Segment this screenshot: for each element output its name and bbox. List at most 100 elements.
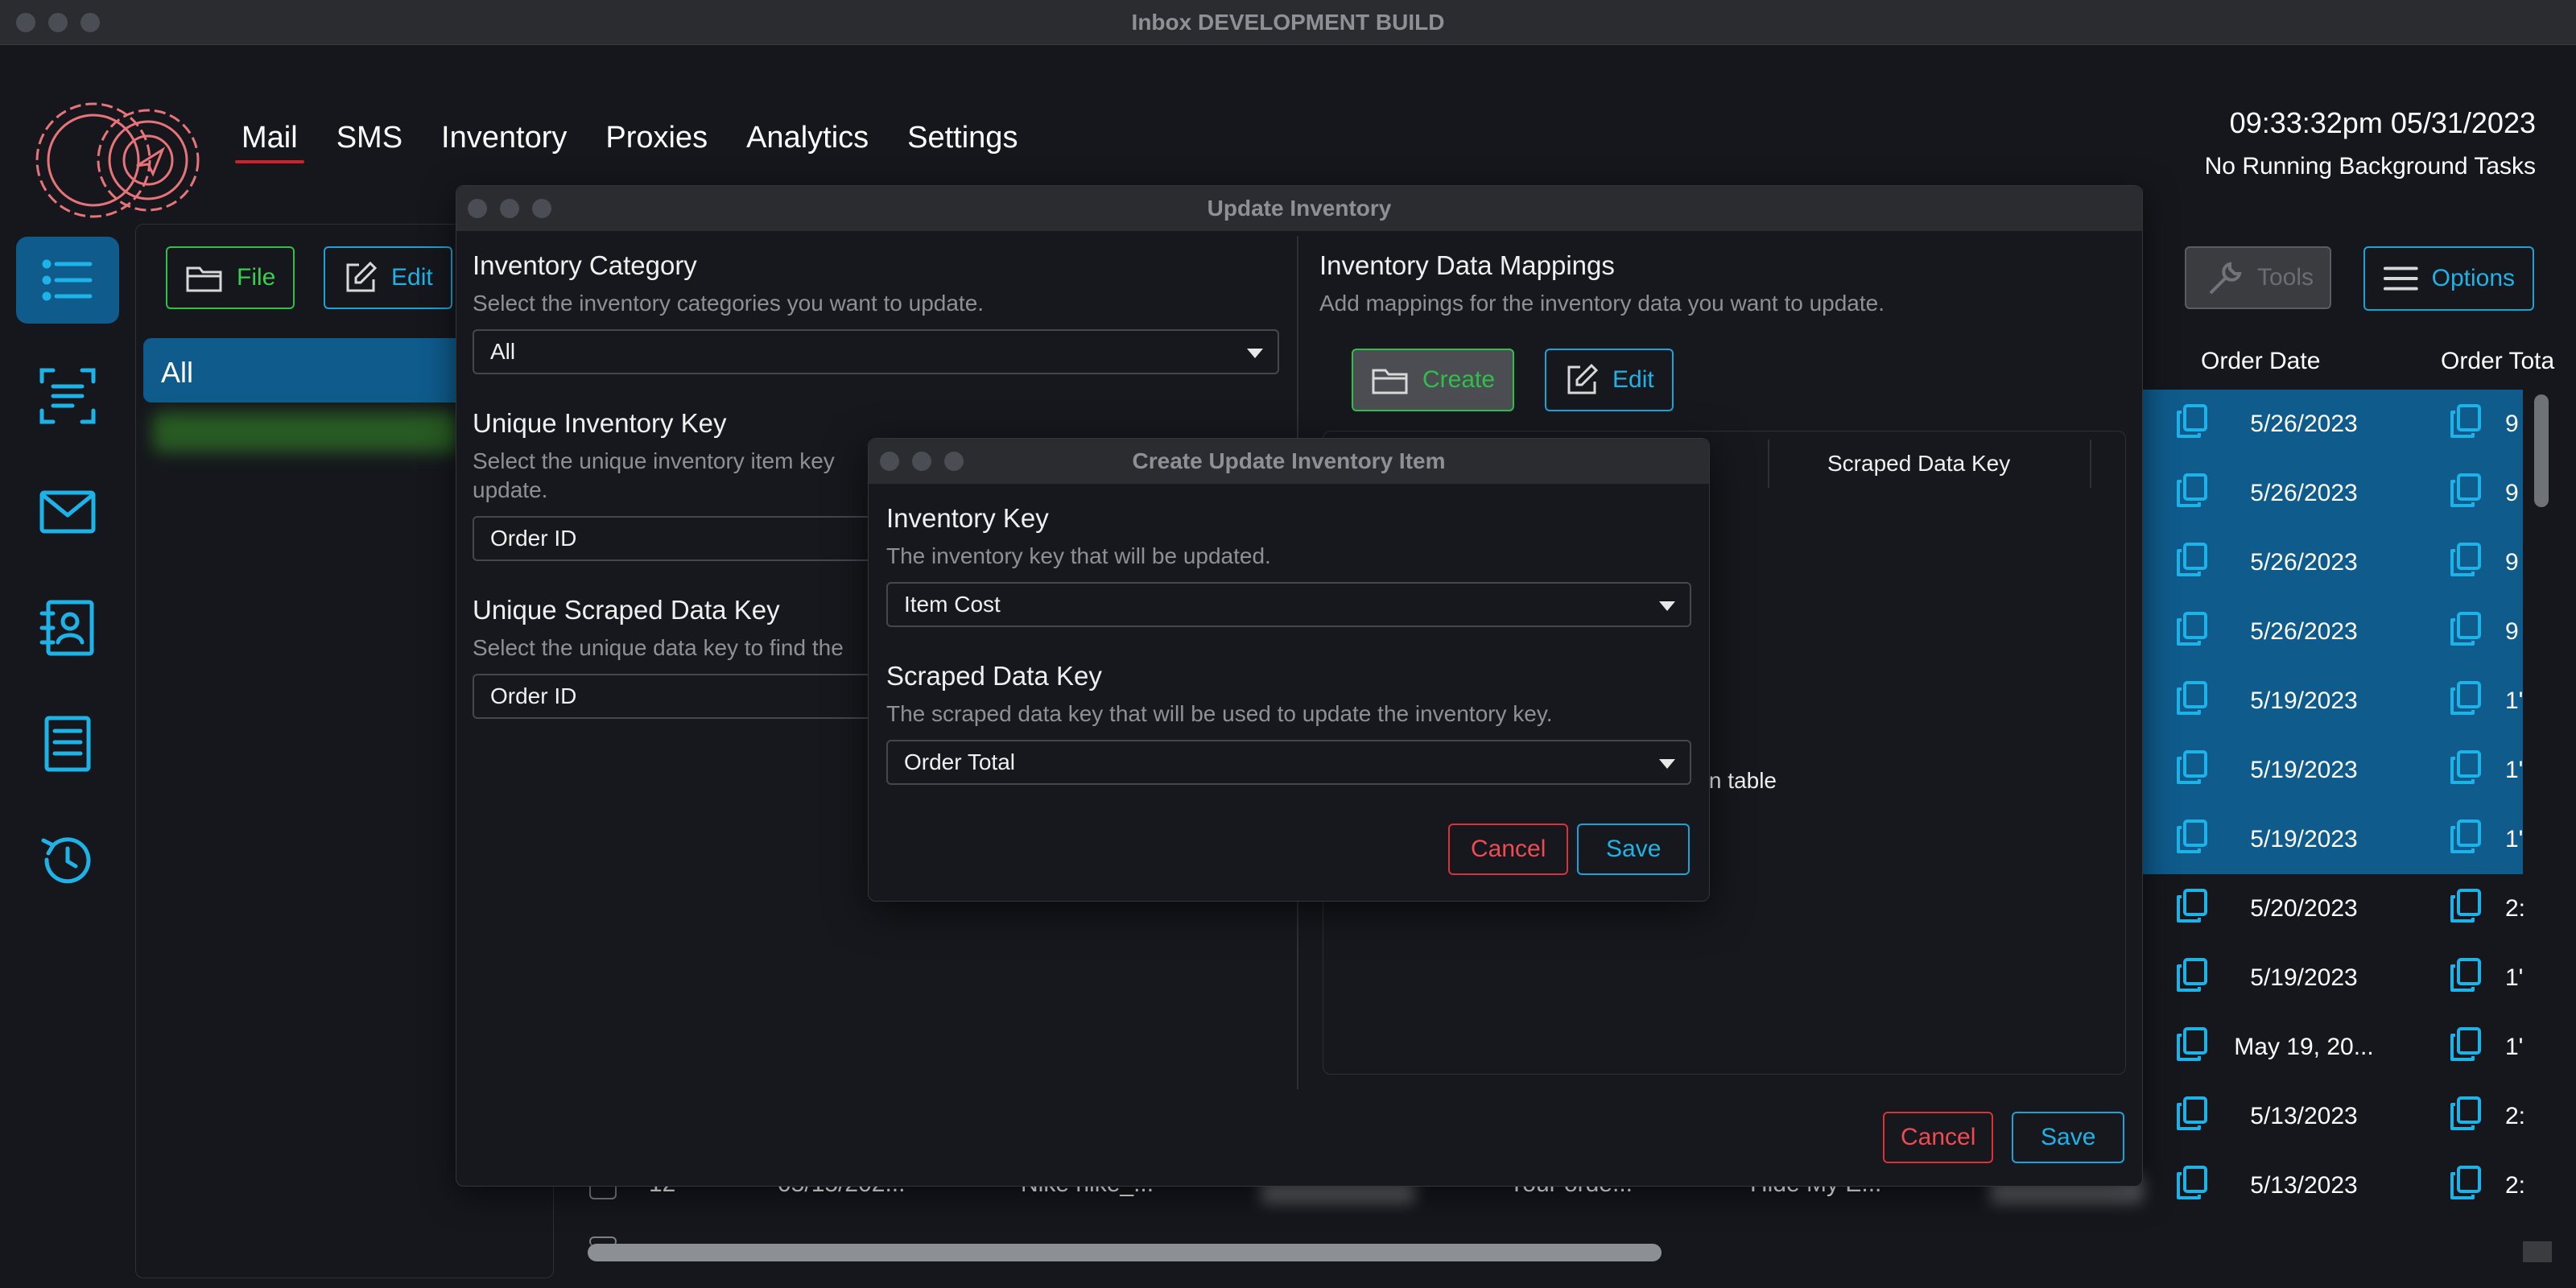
copy-icon[interactable] xyxy=(2175,610,2209,654)
contacts-icon[interactable] xyxy=(16,584,119,671)
redacted-folder-item[interactable] xyxy=(153,412,459,452)
copy-icon[interactable] xyxy=(2449,679,2483,723)
copy-icon[interactable] xyxy=(2449,956,2483,1000)
unique-scraped-key-desc: Select the unique data key to find the xyxy=(473,635,844,660)
col-order-date[interactable]: Order Date xyxy=(2201,348,2320,375)
table-row[interactable]: 5/13/2023 2: xyxy=(2143,1151,2525,1220)
copy-icon[interactable] xyxy=(2175,541,2209,584)
copy-icon[interactable] xyxy=(2449,1095,2483,1138)
copy-icon[interactable] xyxy=(2449,472,2483,515)
create-save-button[interactable]: Save xyxy=(1577,824,1690,875)
copy-icon[interactable] xyxy=(2175,1095,2209,1138)
vertical-scrollbar[interactable] xyxy=(2534,394,2549,507)
history-icon[interactable] xyxy=(16,816,119,903)
nav-sms[interactable]: SMS xyxy=(336,121,402,163)
copy-icon[interactable] xyxy=(2449,1164,2483,1208)
inventory-key-select[interactable]: Item Cost xyxy=(886,582,1691,627)
order-total-cell: 1' xyxy=(2505,1034,2524,1060)
edit-icon xyxy=(1567,363,1599,394)
inventory-key-desc: The inventory key that will be updated. xyxy=(886,543,1271,568)
table-row[interactable]: 5/19/2023 1' xyxy=(2143,667,2523,736)
horizontal-scrollbar[interactable] xyxy=(588,1244,1662,1261)
edit-mapping-button[interactable]: Edit xyxy=(1545,349,1674,411)
col-scraped-data-key[interactable]: Scraped Data Key xyxy=(1827,451,2010,477)
nav-analytics[interactable]: Analytics xyxy=(746,121,869,163)
order-date-cell: 5/19/2023 xyxy=(2250,964,2358,991)
scraped-data-key-select[interactable]: Order Total xyxy=(886,740,1691,785)
create-mapping-label: Create xyxy=(1422,366,1496,393)
nav-settings[interactable]: Settings xyxy=(907,121,1018,163)
update-cancel-button[interactable]: Cancel xyxy=(1883,1112,1994,1163)
update-save-label: Save xyxy=(2041,1124,2096,1150)
document-icon[interactable] xyxy=(16,700,119,787)
create-item-title: Create Update Inventory Item xyxy=(1132,448,1446,473)
copy-icon[interactable] xyxy=(2175,887,2209,931)
table-row[interactable]: 5/26/2023 9 xyxy=(2143,528,2523,597)
order-total-cell: 2: xyxy=(2505,1103,2526,1129)
nav-mail[interactable]: Mail xyxy=(235,121,304,163)
create-update-item-dialog: Create Update Inventory Item Inventory K… xyxy=(868,438,1710,902)
folder-icon xyxy=(186,266,222,292)
table-row[interactable]: 5/26/2023 9 xyxy=(2143,390,2523,459)
copy-icon[interactable] xyxy=(2175,472,2209,515)
table-row[interactable]: 5/26/2023 9 xyxy=(2143,597,2523,667)
update-inventory-title: Update Inventory xyxy=(1207,196,1392,221)
edit-button[interactable]: Edit xyxy=(324,246,452,309)
copy-icon[interactable] xyxy=(2175,679,2209,723)
order-total-cell: 2: xyxy=(2505,895,2526,922)
options-button[interactable]: Options xyxy=(2363,246,2534,311)
copy-icon[interactable] xyxy=(2175,402,2209,446)
order-date-cell: 5/26/2023 xyxy=(2250,480,2358,506)
copy-icon[interactable] xyxy=(2175,956,2209,1000)
file-button[interactable]: File xyxy=(166,246,295,309)
copy-icon[interactable] xyxy=(2449,887,2483,931)
unique-inventory-key-title: Unique Inventory Key xyxy=(473,408,727,438)
list-icon[interactable] xyxy=(16,237,119,324)
update-inventory-titlebar: Update Inventory xyxy=(456,186,2142,231)
order-total-cell: 1' xyxy=(2505,964,2524,991)
copy-icon[interactable] xyxy=(2449,1026,2483,1069)
col-order-total[interactable]: Order Tota xyxy=(2441,348,2554,375)
copy-icon[interactable] xyxy=(2449,541,2483,584)
table-row[interactable]: May 19, 20... 1' xyxy=(2143,1013,2523,1082)
nav-proxies[interactable]: Proxies xyxy=(605,121,708,163)
copy-icon[interactable] xyxy=(2175,749,2209,792)
dialog-window-controls[interactable] xyxy=(468,199,551,218)
table-row[interactable]: 5/19/2023 1' xyxy=(2143,736,2523,805)
mail-icon[interactable] xyxy=(16,469,119,555)
table-row[interactable]: 5/26/2023 9 xyxy=(2143,459,2523,528)
tools-button[interactable]: Tools xyxy=(2185,246,2331,309)
clock-text: 09:33:32pm 05/31/2023 xyxy=(2229,106,2536,139)
copy-icon[interactable] xyxy=(2175,1026,2209,1069)
copy-icon[interactable] xyxy=(2449,818,2483,861)
inventory-category-select[interactable]: All xyxy=(473,329,1279,374)
copy-icon[interactable] xyxy=(2449,610,2483,654)
order-date-cell: 5/26/2023 xyxy=(2250,549,2358,576)
header-status: 09:33:32pm 05/31/2023 No Running Backgro… xyxy=(2205,106,2536,180)
table-row[interactable]: 5/19/2023 1' xyxy=(2143,805,2523,874)
create-cancel-button[interactable]: Cancel xyxy=(1448,824,1569,875)
order-date-cell: 5/13/2023 xyxy=(2250,1103,2358,1129)
nav-inventory[interactable]: Inventory xyxy=(441,121,567,163)
unique-inventory-key-select[interactable]: Order ID xyxy=(473,516,907,561)
copy-icon[interactable] xyxy=(2449,402,2483,446)
copy-icon[interactable] xyxy=(2449,749,2483,792)
order-total-cell: 9 xyxy=(2505,411,2519,437)
table-row[interactable]: 5/13/2023 2: xyxy=(2143,1082,2526,1151)
create-mapping-button[interactable]: Create xyxy=(1352,349,1515,411)
table-row[interactable]: 5/19/2023 1' xyxy=(2143,943,2523,1013)
create-save-label: Save xyxy=(1606,836,1662,862)
unique-scraped-key-title: Unique Scraped Data Key xyxy=(473,595,780,625)
wrench-icon xyxy=(2209,262,2242,295)
table-row[interactable]: 5/20/2023 2: xyxy=(2143,874,2526,943)
copy-icon[interactable] xyxy=(2175,818,2209,861)
scan-text-icon[interactable] xyxy=(16,353,119,440)
inventory-key-title: Inventory Key xyxy=(886,503,1049,533)
order-date-cell: 5/20/2023 xyxy=(2250,895,2358,922)
dialog-window-controls[interactable] xyxy=(880,452,964,471)
copy-icon[interactable] xyxy=(2175,1164,2209,1208)
unique-scraped-key-select[interactable]: Order ID xyxy=(473,674,907,719)
background-tasks-status: No Running Background Tasks xyxy=(2204,153,2536,180)
update-save-button[interactable]: Save xyxy=(2012,1112,2125,1163)
options-button-label: Options xyxy=(2431,265,2515,291)
